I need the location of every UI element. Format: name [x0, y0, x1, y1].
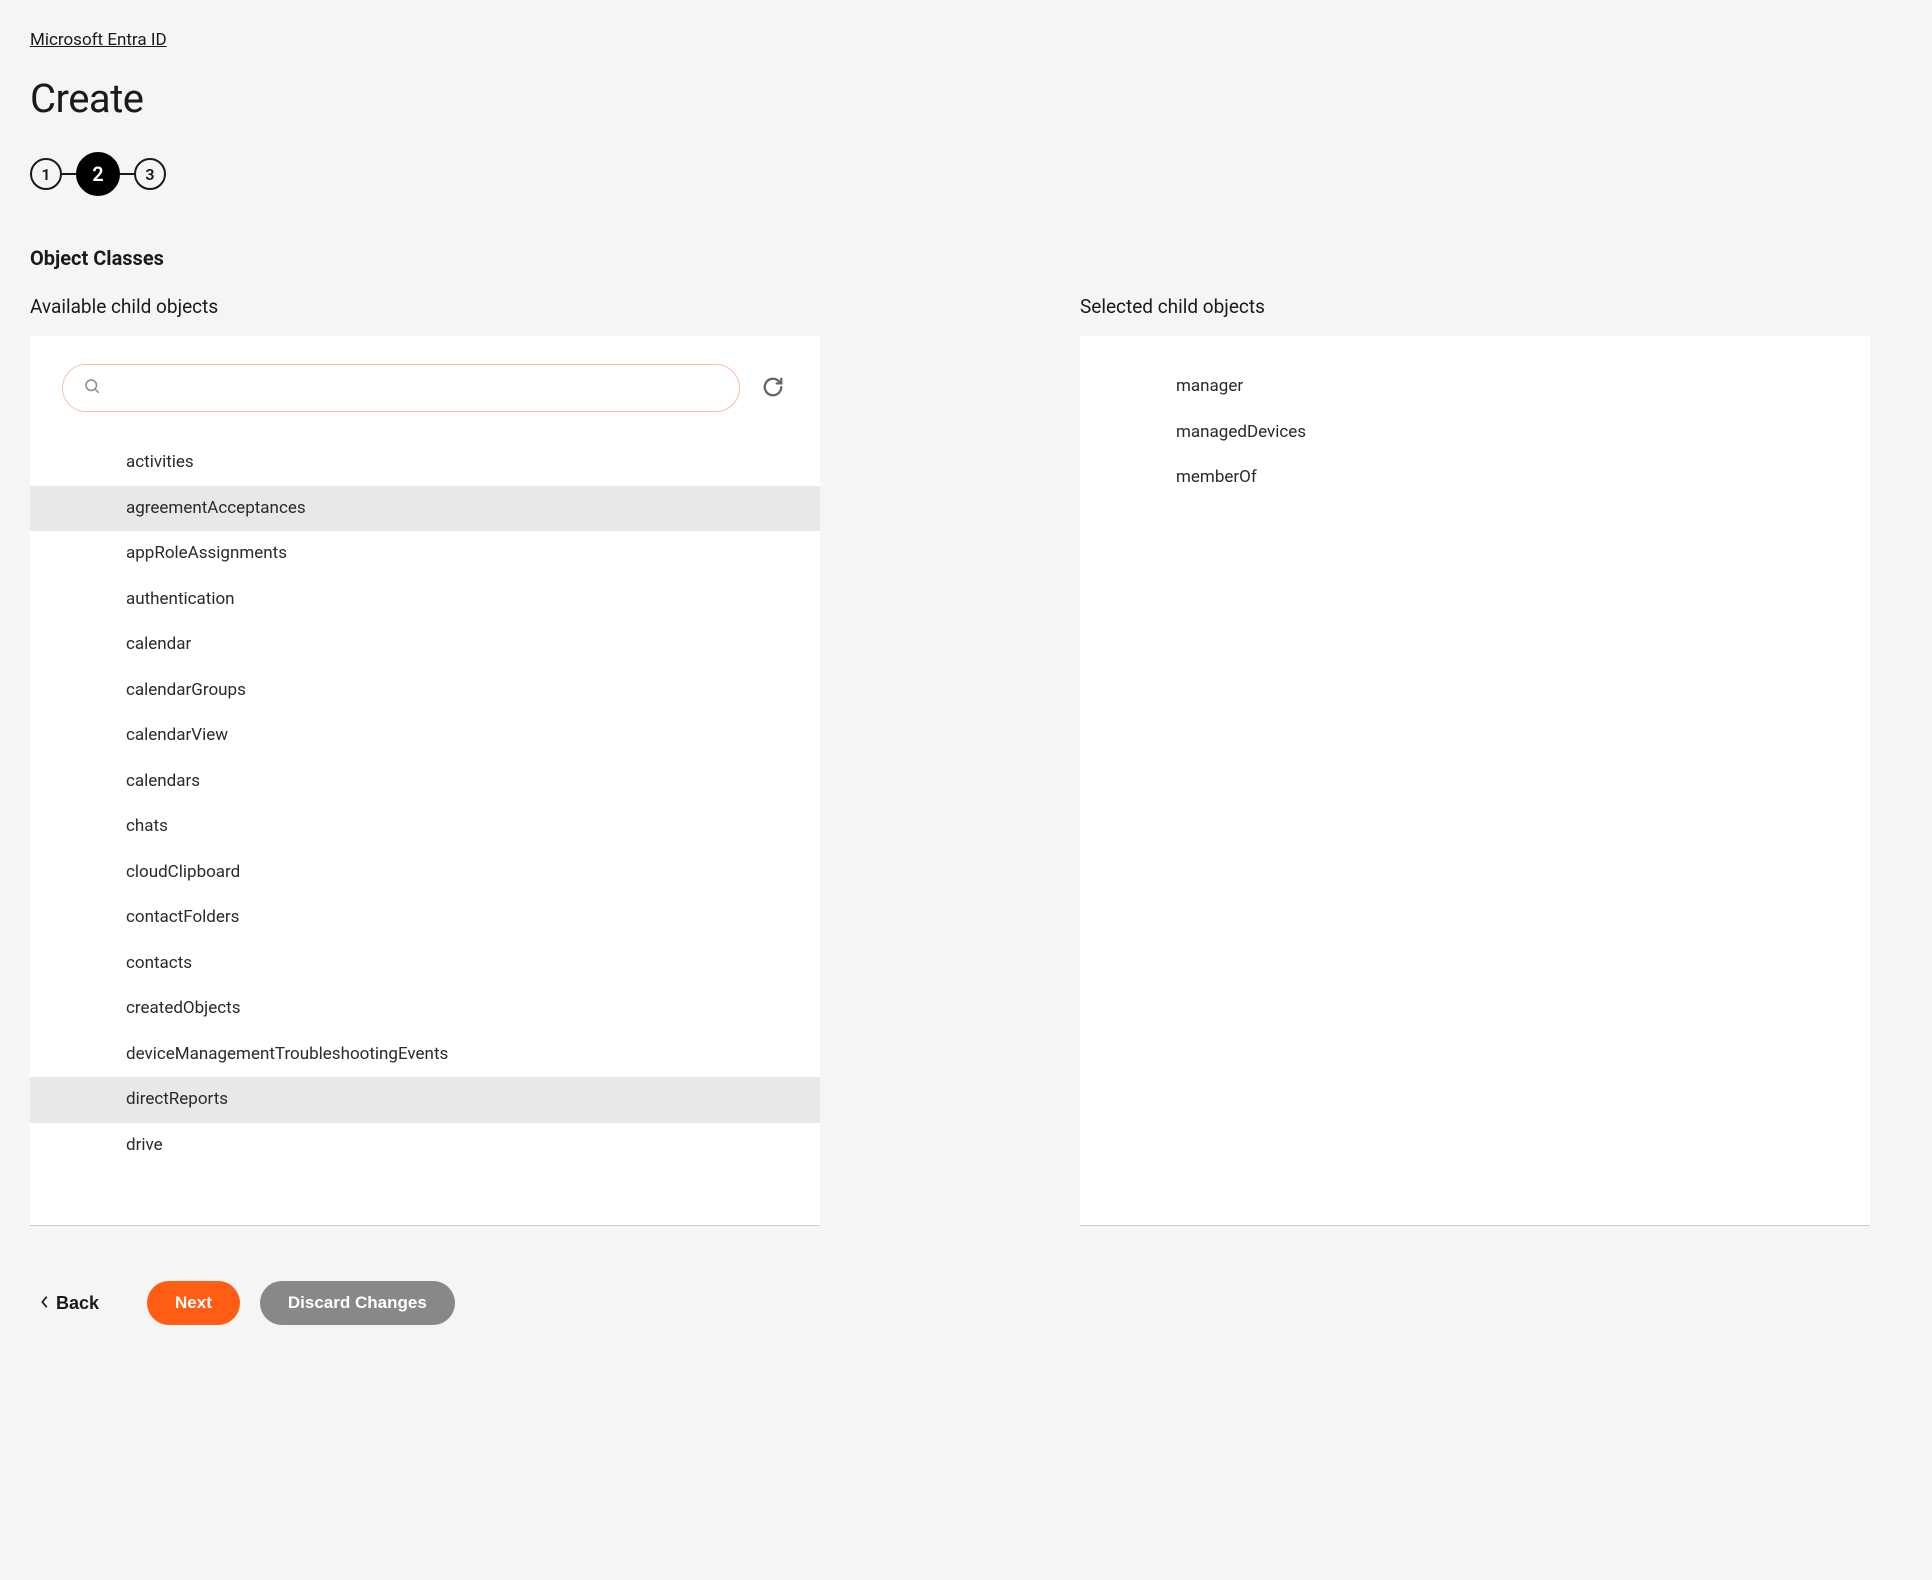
step-connector: [62, 173, 76, 175]
selected-label: Selected child objects: [1080, 295, 1870, 318]
available-item[interactable]: deviceManagementTroubleshootingEvents: [30, 1032, 820, 1078]
selected-item[interactable]: managedDevices: [1080, 410, 1870, 456]
available-item[interactable]: agreementAcceptances: [30, 486, 820, 532]
available-panel: activitiesagreementAcceptancesappRoleAss…: [30, 336, 820, 1226]
available-item[interactable]: calendar: [30, 622, 820, 668]
back-label: Back: [56, 1293, 99, 1314]
available-item[interactable]: cloudClipboard: [30, 850, 820, 896]
available-item[interactable]: contactFolders: [30, 895, 820, 941]
stepper: 1 2 3: [30, 152, 1902, 196]
search-icon: [83, 377, 101, 399]
available-item[interactable]: authentication: [30, 577, 820, 623]
step-1[interactable]: 1: [30, 158, 62, 190]
selected-panel: managermanagedDevicesmemberOf: [1080, 336, 1870, 1226]
discard-button[interactable]: Discard Changes: [260, 1281, 455, 1325]
chevron-left-icon: [40, 1293, 50, 1314]
selected-list: managermanagedDevicesmemberOf: [1080, 364, 1870, 501]
available-item[interactable]: createdObjects: [30, 986, 820, 1032]
available-item[interactable]: calendars: [30, 759, 820, 805]
next-button[interactable]: Next: [147, 1281, 240, 1325]
section-title: Object Classes: [30, 246, 1902, 270]
refresh-icon: [762, 376, 784, 401]
back-button[interactable]: Back: [40, 1293, 99, 1314]
available-item[interactable]: appRoleAssignments: [30, 531, 820, 577]
breadcrumb-link[interactable]: Microsoft Entra ID: [30, 30, 167, 50]
available-item[interactable]: calendarView: [30, 713, 820, 759]
search-input[interactable]: [111, 379, 719, 397]
available-label: Available child objects: [30, 295, 820, 318]
selected-item[interactable]: memberOf: [1080, 455, 1870, 501]
available-item[interactable]: drive: [30, 1123, 820, 1169]
page-title: Create: [30, 75, 1902, 122]
available-item[interactable]: chats: [30, 804, 820, 850]
available-item[interactable]: directReports: [30, 1077, 820, 1123]
refresh-button[interactable]: [758, 372, 788, 405]
available-item[interactable]: activities: [30, 440, 820, 486]
step-2[interactable]: 2: [76, 152, 120, 196]
step-3[interactable]: 3: [134, 158, 166, 190]
selected-item[interactable]: manager: [1080, 364, 1870, 410]
step-connector: [120, 173, 134, 175]
available-list: activitiesagreementAcceptancesappRoleAss…: [30, 430, 820, 1178]
search-box[interactable]: [62, 364, 740, 412]
available-item[interactable]: calendarGroups: [30, 668, 820, 714]
available-item[interactable]: contacts: [30, 941, 820, 987]
